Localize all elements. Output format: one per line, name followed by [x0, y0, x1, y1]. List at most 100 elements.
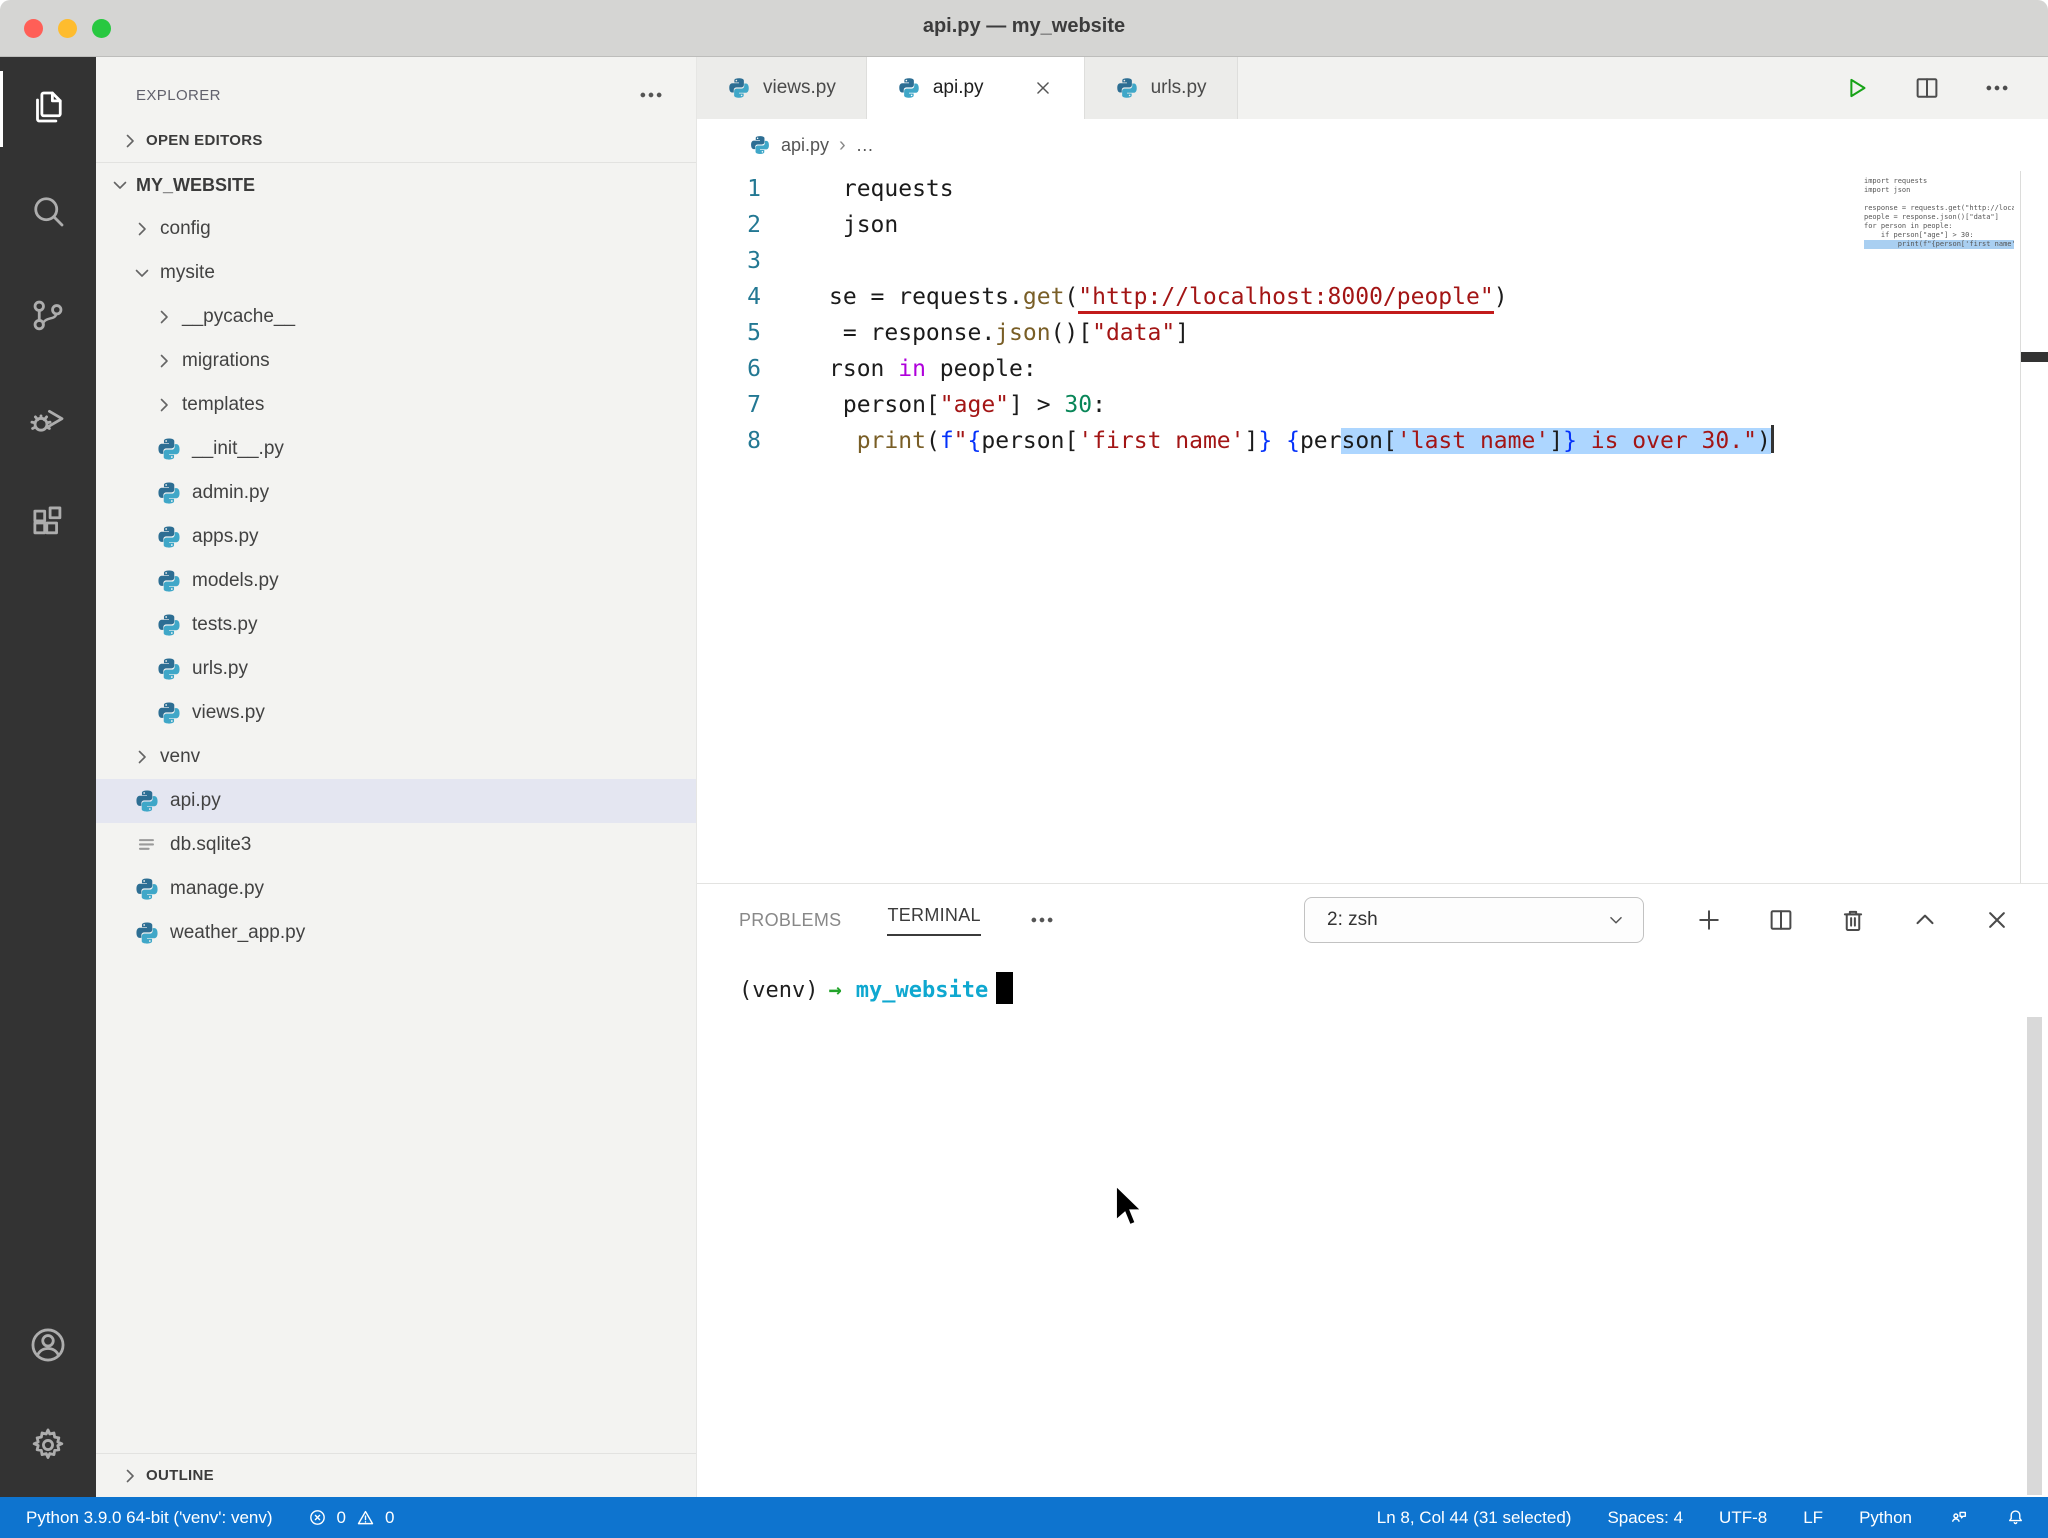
- more-actions-icon[interactable]: [1982, 73, 2012, 103]
- code-editor[interactable]: 1 requests2 json34se = requests.get("htt…: [697, 171, 2048, 883]
- tree-item-mysite[interactable]: mysite: [96, 251, 696, 295]
- code-token: in: [898, 356, 926, 382]
- code-token: 'last name': [1397, 428, 1549, 454]
- extensions-icon: [27, 502, 69, 549]
- close-panel-icon[interactable]: [1982, 905, 2012, 935]
- code-token: get: [1023, 284, 1065, 310]
- outline-section[interactable]: OUTLINE: [96, 1453, 696, 1497]
- tree-item-templates[interactable]: templates: [96, 383, 696, 427]
- vscode-window: api.py — my_website EXPLORER OPEN EDITOR…: [0, 0, 2048, 1538]
- split-terminal-icon[interactable]: [1766, 905, 1796, 935]
- tree-item-label: urls.py: [192, 658, 248, 680]
- panel-action-icons: [1694, 905, 2012, 935]
- run-icon[interactable]: [1842, 73, 1872, 103]
- maximize-panel-icon[interactable]: [1910, 905, 1940, 935]
- activity-explorer[interactable]: [0, 57, 96, 161]
- language-mode-status[interactable]: Python: [1859, 1508, 1912, 1528]
- feedback-icon[interactable]: [1948, 1507, 1969, 1528]
- code-token: ]: [1175, 320, 1189, 346]
- panel-scrollbar[interactable]: [2027, 1017, 2042, 1495]
- activity-source-control[interactable]: [0, 265, 96, 369]
- code-token: {: [1286, 428, 1300, 454]
- split-editor-icon[interactable]: [1912, 73, 1942, 103]
- kill-terminal-icon[interactable]: [1838, 905, 1868, 935]
- code-line[interactable]: 3: [697, 243, 2048, 279]
- code-line[interactable]: 4se = requests.get("http://localhost:800…: [697, 279, 2048, 315]
- tree-item-admin.py[interactable]: admin.py: [96, 471, 696, 515]
- code-text: json: [791, 207, 898, 243]
- tree-item-venv[interactable]: venv: [96, 735, 696, 779]
- terminal-venv: (venv): [739, 978, 818, 1003]
- eol-status[interactable]: LF: [1803, 1508, 1823, 1528]
- activity-settings[interactable]: [0, 1397, 96, 1497]
- tree-item-label: templates: [182, 394, 264, 416]
- python-file-icon: [156, 568, 182, 594]
- tree-item-views.py[interactable]: views.py: [96, 691, 696, 735]
- tree-item-manage.py[interactable]: manage.py: [96, 867, 696, 911]
- tab-urls.py[interactable]: urls.py: [1085, 57, 1238, 119]
- cursor-position-status[interactable]: Ln 8, Col 44 (31 selected): [1377, 1508, 1572, 1528]
- code-token: (: [926, 428, 940, 454]
- chevron-right-icon: [118, 1464, 142, 1488]
- tree-item-label: apps.py: [192, 526, 259, 548]
- code-token: json: [829, 212, 898, 238]
- activity-extensions[interactable]: [0, 473, 96, 577]
- code-line[interactable]: 8 print(f"{person['first name']} {person…: [697, 423, 2048, 459]
- outline-label: OUTLINE: [146, 1467, 214, 1484]
- tab-views.py[interactable]: views.py: [697, 57, 867, 119]
- terminal-shell-select[interactable]: 2: zsh: [1304, 897, 1644, 943]
- code-line[interactable]: 7 person["age"] > 30:: [697, 387, 2048, 423]
- open-editors-section[interactable]: OPEN EDITORS: [96, 119, 696, 163]
- explorer-more-actions-icon[interactable]: [636, 80, 666, 110]
- search-icon: [27, 190, 69, 237]
- close-tab-icon[interactable]: [1032, 77, 1054, 99]
- code-token: "age": [940, 392, 1009, 418]
- code-token: (: [1064, 284, 1078, 310]
- editor-tabs: views.pyapi.py urls.py: [697, 57, 1238, 119]
- encoding-status[interactable]: UTF-8: [1719, 1508, 1767, 1528]
- tree-item-migrations[interactable]: migrations: [96, 339, 696, 383]
- tab-label: urls.py: [1151, 77, 1207, 99]
- tab-problems[interactable]: PROBLEMS: [739, 910, 841, 931]
- activity-bar: [0, 57, 96, 1497]
- line-number: 2: [697, 207, 791, 243]
- panel-more-actions-icon[interactable]: [1027, 905, 1057, 935]
- tab-terminal[interactable]: TERMINAL: [887, 905, 980, 936]
- terminal-cursor: [996, 972, 1013, 1004]
- chevron-right-icon: [130, 745, 154, 769]
- breadcrumb-more[interactable]: …: [856, 135, 874, 156]
- breadcrumb-file[interactable]: api.py: [781, 135, 829, 156]
- code-line[interactable]: 5 = response.json()["data"]: [697, 315, 2048, 351]
- tab-api.py[interactable]: api.py: [867, 57, 1085, 119]
- tree-item-weather_app.py[interactable]: weather_app.py: [96, 911, 696, 955]
- python-interpreter-status[interactable]: Python 3.9.0 64-bit ('venv': venv): [26, 1508, 273, 1528]
- tree-item-tests.py[interactable]: tests.py: [96, 603, 696, 647]
- tree-item-db.sqlite3[interactable]: db.sqlite3: [96, 823, 696, 867]
- code-token: is over 30.: [1577, 428, 1743, 454]
- file-icon: [134, 832, 160, 858]
- chevron-right-icon: [130, 217, 154, 241]
- tree-item-__pycache__[interactable]: __pycache__: [96, 295, 696, 339]
- tab-bar: views.pyapi.py urls.py: [697, 57, 2048, 119]
- tree-item-models.py[interactable]: models.py: [96, 559, 696, 603]
- tree-item-__init__.py[interactable]: __init__.py: [96, 427, 696, 471]
- workspace-root-row[interactable]: MY_WEBSITE: [96, 163, 696, 207]
- terminal-prompt[interactable]: (venv)→my_website: [697, 972, 2048, 1008]
- activity-search[interactable]: [0, 161, 96, 265]
- tree-item-api.py[interactable]: api.py: [96, 779, 696, 823]
- settings-icon: [27, 1424, 69, 1471]
- code-line[interactable]: 6rson in people:: [697, 351, 2048, 387]
- overview-ruler: [2020, 171, 2021, 883]
- activity-account[interactable]: [0, 1297, 96, 1397]
- tree-item-urls.py[interactable]: urls.py: [96, 647, 696, 691]
- tree-item-config[interactable]: config: [96, 207, 696, 251]
- activity-run-debug[interactable]: [0, 369, 96, 473]
- code-line[interactable]: 2 json: [697, 207, 2048, 243]
- problems-status[interactable]: 0 0: [307, 1507, 395, 1528]
- minimap[interactable]: import requestsimport jsonresponse = req…: [1864, 177, 2014, 249]
- new-terminal-icon[interactable]: [1694, 905, 1724, 935]
- code-line[interactable]: 1 requests: [697, 171, 2048, 207]
- tree-item-apps.py[interactable]: apps.py: [96, 515, 696, 559]
- notifications-bell-icon[interactable]: [2005, 1507, 2026, 1528]
- indentation-status[interactable]: Spaces: 4: [1607, 1508, 1683, 1528]
